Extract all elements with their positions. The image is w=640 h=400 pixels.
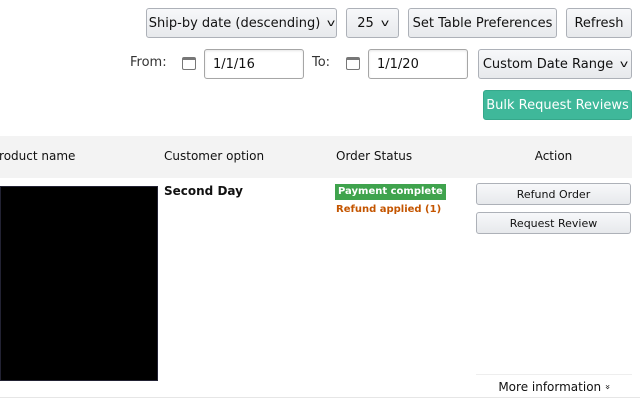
refresh-button[interactable]: Refresh: [566, 8, 632, 38]
page-size-label: 25: [357, 15, 374, 31]
calendar-icon[interactable]: [182, 57, 196, 70]
set-table-preferences-button[interactable]: Set Table Preferences: [408, 8, 557, 38]
more-information-link[interactable]: More information»: [476, 374, 632, 398]
sort-select-label: Ship-by date (descending): [148, 15, 321, 31]
product-image-redacted: [0, 186, 158, 381]
date-range-select[interactable]: Custom Date Range v: [478, 49, 632, 79]
status-badge: Payment complete: [335, 184, 446, 200]
row-divider: [0, 397, 640, 398]
chevron-down-icon: v: [380, 17, 389, 29]
header-product-name: Product name: [0, 149, 76, 163]
chevron-down-icon: v: [620, 58, 629, 70]
customer-option-value: Second Day: [164, 184, 243, 198]
more-information-label: More information: [498, 379, 602, 394]
sort-select[interactable]: Ship-by date (descending) v: [146, 8, 337, 38]
bulk-request-reviews-button[interactable]: Bulk Request Reviews: [483, 90, 632, 120]
header-action: Action: [534, 149, 573, 163]
to-date-input[interactable]: 1/1/20: [368, 49, 468, 79]
chevron-down-icon: v: [327, 17, 336, 29]
page-size-select[interactable]: 25 v: [346, 8, 399, 38]
request-review-button[interactable]: Request Review: [476, 212, 631, 234]
date-range-label: Custom Date Range: [482, 56, 614, 72]
refund-applied-link[interactable]: Refund applied (1): [336, 204, 441, 215]
double-chevron-down-icon: »: [601, 383, 612, 390]
calendar-icon[interactable]: [346, 57, 360, 70]
header-order-status: Order Status: [336, 149, 413, 163]
from-date-input[interactable]: 1/1/16: [204, 49, 304, 79]
header-customer-option: Customer option: [164, 149, 265, 163]
from-label: From:: [130, 55, 167, 70]
refund-order-button[interactable]: Refund Order: [476, 183, 631, 205]
to-label: To:: [312, 55, 331, 70]
